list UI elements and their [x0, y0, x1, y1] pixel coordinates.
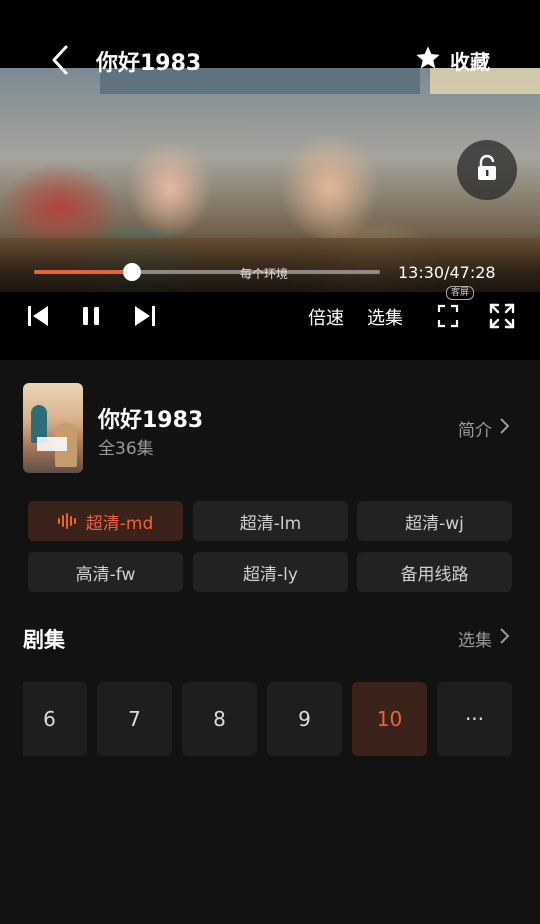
chevron-right-icon [498, 627, 510, 650]
show-episode-count: 全36集 [98, 439, 154, 459]
episode-item[interactable]: 9 [267, 682, 342, 756]
crop-frame-icon[interactable] [437, 300, 459, 332]
fullscreen-icon[interactable] [488, 300, 516, 332]
more-episodes-button[interactable]: ··· [437, 682, 512, 756]
video-subtitle: 每个环境 [240, 267, 289, 281]
source-chip[interactable]: 高清-fw [28, 552, 183, 592]
intro-link[interactable]: 简介 [458, 416, 510, 441]
player-title: 你好1983 [96, 51, 202, 76]
favorite-button[interactable]: 收藏 [414, 44, 490, 76]
progress-knob[interactable] [123, 263, 141, 281]
source-label: 超清-md [85, 513, 154, 534]
time-display: 13:30/47:28 [398, 263, 496, 282]
episodes-select-link[interactable]: 选集 [458, 626, 510, 651]
source-label: 备用线路 [400, 564, 469, 585]
pause-icon[interactable] [80, 300, 102, 332]
star-icon [414, 44, 442, 76]
speed-button[interactable]: 倍速 [308, 304, 344, 330]
player-controls: 倍速 选集 客屏 [0, 286, 540, 336]
source-label: 超清-wj [405, 513, 464, 534]
show-poster[interactable] [23, 383, 83, 473]
video-bottom-shade [0, 232, 540, 292]
next-icon[interactable] [133, 300, 157, 332]
poster-logo-block [37, 437, 67, 451]
progress-bar[interactable] [34, 263, 380, 281]
source-chip[interactable]: 超清-wj [357, 501, 512, 541]
previous-icon[interactable] [26, 300, 50, 332]
episode-item-current[interactable]: 10 [352, 682, 427, 756]
favorite-label: 收藏 [450, 49, 490, 74]
screen-lock-button[interactable] [457, 140, 517, 200]
show-info-panel: 你好1983 全36集 简介 超清-md 超清-lm 超清-wj 高清-fw 超… [0, 360, 540, 924]
episodes-heading: 剧集 [23, 628, 65, 652]
chevron-right-icon [498, 417, 510, 440]
source-chip[interactable]: 备用线路 [357, 552, 512, 592]
intro-label: 简介 [458, 421, 492, 441]
source-chip[interactable]: 超清-md [28, 501, 183, 541]
source-chip[interactable]: 超清-lm [193, 501, 348, 541]
cast-badge: 客屏 [446, 286, 475, 300]
video-player[interactable]: 你好1983 收藏 每个环境 13:30/47:28 倍速 选集 客屏 [0, 0, 540, 360]
source-label: 高清-fw [75, 564, 136, 585]
unlock-icon [474, 154, 500, 186]
episode-item[interactable]: 7 [97, 682, 172, 756]
back-icon[interactable] [48, 44, 72, 76]
source-label: 超清-ly [243, 564, 298, 585]
episode-select-button[interactable]: 选集 [367, 304, 403, 330]
progress-fill [34, 270, 132, 274]
episode-item[interactable]: 6 [23, 682, 87, 756]
episode-list[interactable]: 6 7 8 9 10 ··· [23, 682, 512, 756]
episodes-select-label: 选集 [458, 631, 492, 651]
episode-item[interactable]: 8 [182, 682, 257, 756]
source-label: 超清-lm [239, 513, 302, 534]
player-top-bar: 你好1983 收藏 [0, 40, 540, 80]
source-chip[interactable]: 超清-ly [193, 552, 348, 592]
show-title: 你好1983 [98, 408, 204, 433]
sound-wave-icon [57, 513, 78, 529]
